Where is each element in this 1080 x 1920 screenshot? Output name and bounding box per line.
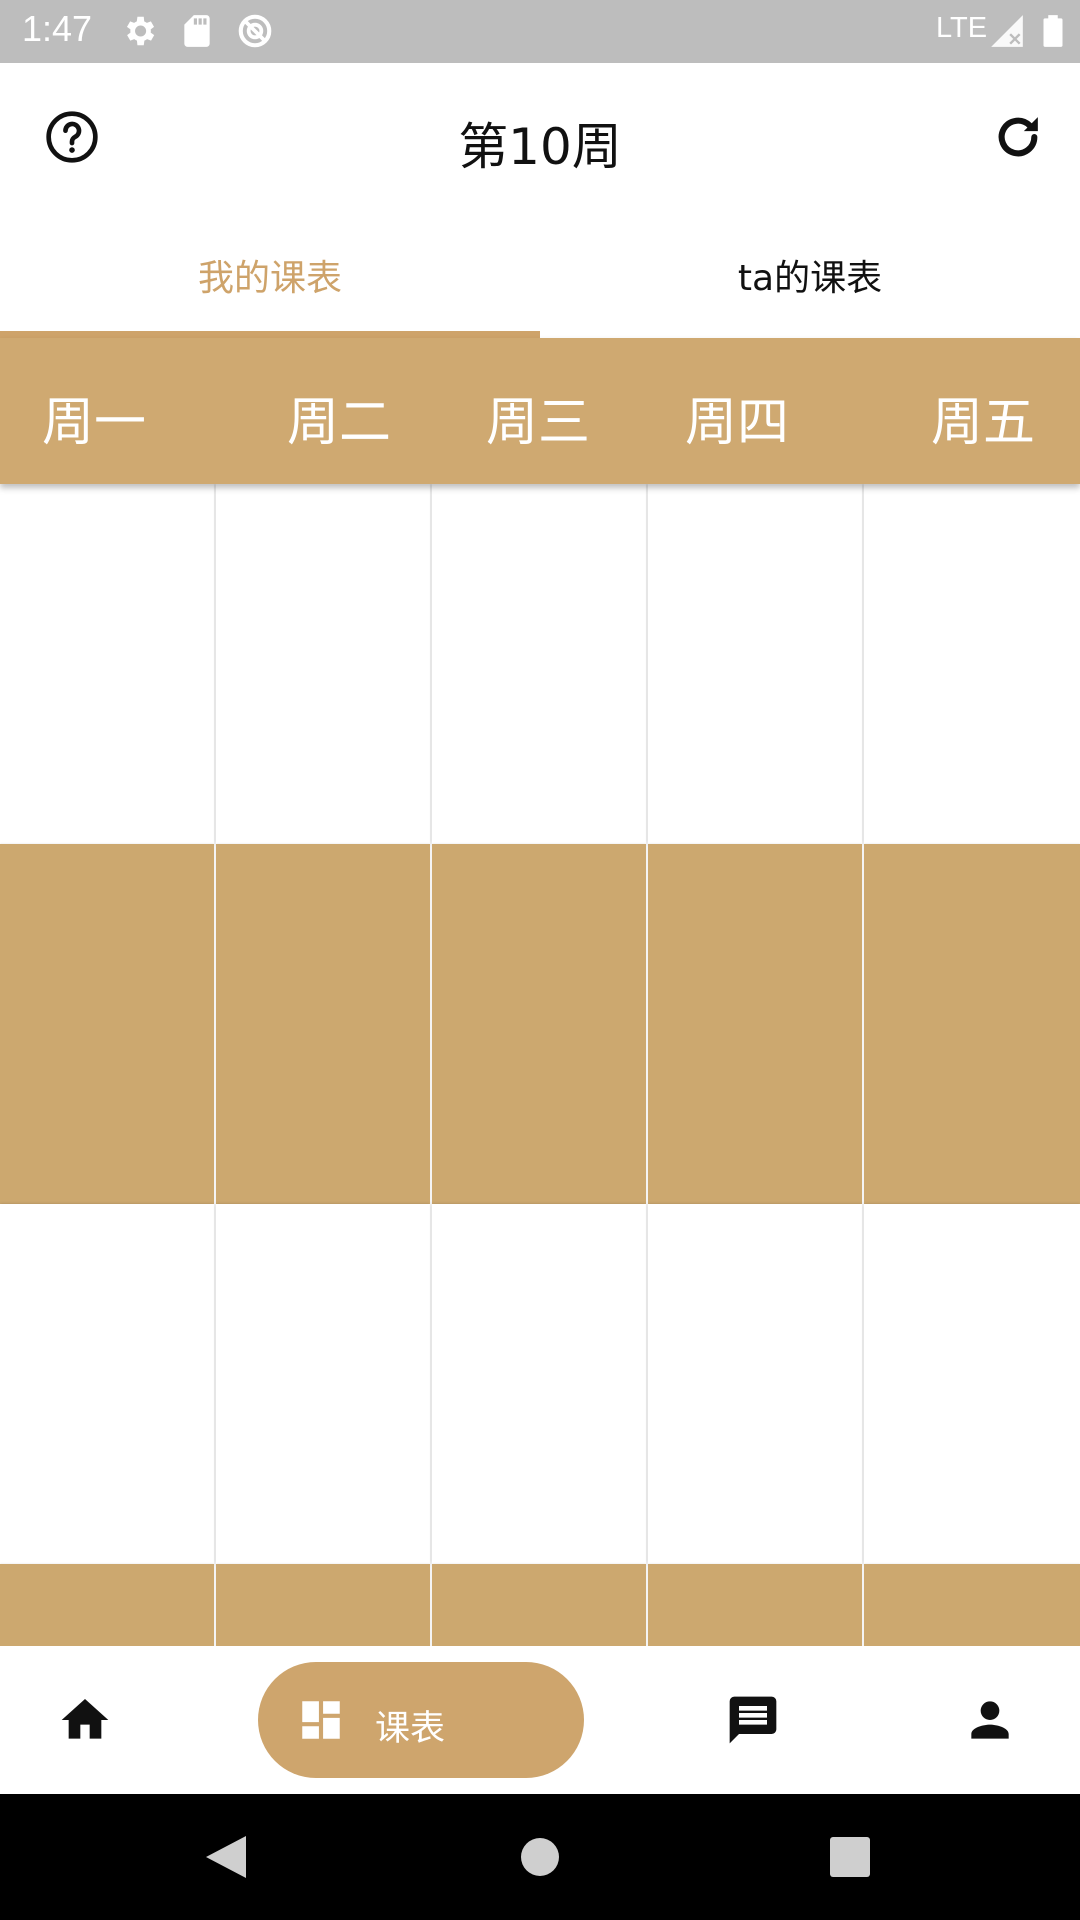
course-cell[interactable]: [216, 1564, 430, 1646]
tab-indicator: [0, 331, 540, 338]
tab-ta-schedule[interactable]: ta的课表: [540, 211, 1080, 338]
status-bar: 1:47 LTE: [0, 0, 1080, 63]
recents-icon[interactable]: [830, 1837, 870, 1877]
empty-cell[interactable]: [432, 1204, 646, 1564]
status-time: 1:47: [22, 8, 93, 49]
home-circle-icon[interactable]: [520, 1837, 560, 1877]
course-cell[interactable]: [0, 1564, 214, 1646]
weekday-fri: 周五: [931, 393, 1036, 453]
back-icon[interactable]: [204, 1834, 248, 1880]
weekday-tue: 周二: [287, 393, 392, 453]
battery-icon: [1043, 15, 1063, 47]
course-cell[interactable]: [0, 844, 214, 1204]
refresh-icon[interactable]: [990, 109, 1046, 165]
empty-cell[interactable]: [0, 484, 214, 844]
timetable-grid[interactable]: [0, 484, 1080, 1646]
course-cell[interactable]: [648, 844, 862, 1204]
course-cell[interactable]: [864, 844, 1080, 1204]
system-nav-bar: [0, 1794, 1080, 1920]
sd-card-icon: [184, 15, 210, 47]
person-icon[interactable]: [962, 1692, 1018, 1748]
signal-icon: [991, 15, 1023, 47]
course-cell[interactable]: [432, 1564, 646, 1646]
empty-cell[interactable]: [864, 484, 1080, 844]
nav-schedule-label: 课表: [375, 1709, 446, 1749]
empty-cell[interactable]: [864, 1204, 1080, 1564]
empty-cell[interactable]: [216, 1204, 430, 1564]
tab-bar: 我的课表 ta的课表: [0, 211, 1080, 338]
timetable-row: [0, 844, 1080, 1204]
weekday-header: 周一 周二 周三 周四 周五: [0, 338, 1080, 484]
weekday-thu: 周四: [685, 393, 790, 453]
tab-my-schedule[interactable]: 我的课表: [0, 211, 540, 338]
course-cell[interactable]: [432, 844, 646, 1204]
course-cell[interactable]: [216, 844, 430, 1204]
home-icon[interactable]: [57, 1692, 113, 1748]
timetable-row: [0, 484, 1080, 844]
empty-cell[interactable]: [432, 484, 646, 844]
vpn-icon: [238, 14, 272, 48]
network-type: LTE: [936, 12, 988, 44]
weekday-wed: 周三: [486, 393, 591, 453]
empty-cell[interactable]: [648, 1204, 862, 1564]
message-icon[interactable]: [725, 1692, 781, 1748]
bottom-nav: 课表: [0, 1646, 1080, 1794]
dashboard-icon: [302, 1701, 340, 1739]
settings-icon: [126, 16, 155, 46]
empty-cell[interactable]: [0, 1204, 214, 1564]
empty-cell[interactable]: [216, 484, 430, 844]
timetable-row: [0, 1204, 1080, 1564]
empty-cell[interactable]: [648, 484, 862, 844]
page-title: 第10周: [458, 118, 622, 176]
course-cell[interactable]: [648, 1564, 862, 1646]
weekday-mon: 周一: [42, 393, 147, 453]
course-cell[interactable]: [864, 1564, 1080, 1646]
nav-schedule-button[interactable]: 课表: [258, 1662, 584, 1778]
timetable-row: [0, 1564, 1080, 1646]
app-bar: 第10周: [0, 63, 1080, 211]
